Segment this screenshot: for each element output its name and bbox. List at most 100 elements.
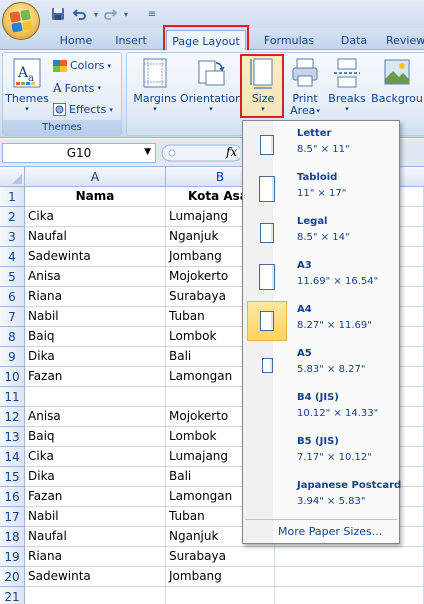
office-button[interactable] bbox=[2, 2, 40, 40]
paper-size-item[interactable]: Tabloid 11" × 17" bbox=[245, 167, 397, 211]
cell-a[interactable]: Nabil bbox=[25, 507, 166, 527]
colors-caret-icon: ▾ bbox=[107, 61, 111, 70]
size-icon bbox=[248, 57, 278, 89]
paper-size-dimensions: 3.94" × 5.83" bbox=[297, 496, 366, 507]
paper-size-item[interactable]: B4 (JIS) 10.12" × 14.33" bbox=[245, 387, 397, 431]
cell-a[interactable]: Sadewinta bbox=[25, 247, 166, 267]
cell-a[interactable]: Sadewinta bbox=[25, 567, 166, 587]
colors-button[interactable]: Colors ▾ bbox=[53, 59, 111, 72]
cell-a[interactable]: Cika bbox=[25, 207, 166, 227]
paper-size-dimensions: 11" × 17" bbox=[297, 188, 347, 199]
row-header[interactable]: 11 bbox=[0, 387, 25, 407]
paper-size-name: Legal bbox=[297, 216, 328, 227]
row-header[interactable]: 3 bbox=[0, 227, 25, 247]
paper-size-item[interactable]: A3 11.69" × 16.54" bbox=[245, 255, 397, 299]
paper-icon-box bbox=[247, 477, 287, 517]
cell-a[interactable] bbox=[25, 587, 166, 604]
cell-a[interactable]: Naufal bbox=[25, 227, 166, 247]
cell-a[interactable]: Baiq bbox=[25, 427, 166, 447]
row-header[interactable]: 13 bbox=[0, 427, 25, 447]
tab-data[interactable]: Data bbox=[330, 31, 378, 50]
row-header[interactable]: 8 bbox=[0, 327, 25, 347]
row-header[interactable]: 10 bbox=[0, 367, 25, 387]
row-header[interactable]: 15 bbox=[0, 467, 25, 487]
cell-a[interactable] bbox=[25, 387, 166, 407]
row-header[interactable]: 19 bbox=[0, 547, 25, 567]
row-header[interactable]: 1 bbox=[0, 187, 25, 207]
paper-size-item[interactable]: Legal 8.5" × 14" bbox=[245, 211, 397, 255]
paper-size-item[interactable]: Japanese Postcard 3.94" × 5.83" bbox=[245, 475, 401, 519]
paper-size-dimensions: 5.83" × 8.27" bbox=[297, 364, 366, 375]
breaks-button[interactable]: Breaks ▾ bbox=[327, 57, 367, 113]
cell-a[interactable]: Dika bbox=[25, 467, 166, 487]
print-area-caret-icon: ▾ bbox=[316, 107, 320, 115]
select-all-button[interactable] bbox=[0, 167, 25, 187]
row-header[interactable]: 4 bbox=[0, 247, 25, 267]
cell-c[interactable] bbox=[275, 547, 424, 567]
effects-button[interactable]: Effects ▾ bbox=[53, 103, 113, 116]
cell-b[interactable]: Jombang bbox=[166, 567, 275, 587]
column-header-a[interactable]: A bbox=[25, 167, 166, 187]
tab-formulas[interactable]: Formulas bbox=[256, 31, 322, 50]
fx-icon[interactable]: fx bbox=[226, 145, 237, 159]
customize-toolbar-icon[interactable]: ≡ bbox=[144, 6, 160, 22]
tab-review[interactable]: Review bbox=[386, 31, 424, 50]
cell-a[interactable]: Anisa bbox=[25, 407, 166, 427]
row-header[interactable]: 7 bbox=[0, 307, 25, 327]
cell-b[interactable]: Surabaya bbox=[166, 547, 275, 567]
size-button[interactable]: Size ▾ bbox=[245, 57, 281, 113]
orientation-label: Orientation bbox=[179, 92, 243, 105]
orientation-icon bbox=[196, 57, 226, 89]
margins-button[interactable]: Margins ▾ bbox=[131, 57, 179, 113]
paper-icon-box bbox=[247, 433, 287, 473]
cell-a[interactable]: Dika bbox=[25, 347, 166, 367]
more-paper-sizes-item[interactable]: More Paper Sizes... bbox=[245, 521, 397, 543]
row-header[interactable]: 17 bbox=[0, 507, 25, 527]
cell-c[interactable] bbox=[275, 567, 424, 587]
cell-b[interactable] bbox=[166, 587, 275, 604]
orientation-button[interactable]: Orientation ▾ bbox=[179, 57, 243, 113]
paper-icon-box bbox=[247, 213, 287, 253]
cell-a[interactable]: Riana bbox=[25, 287, 166, 307]
breaks-icon bbox=[332, 57, 362, 89]
row-header[interactable]: 20 bbox=[0, 567, 25, 587]
cell-a[interactable]: Riana bbox=[25, 547, 166, 567]
cell-a[interactable]: Naufal bbox=[25, 527, 166, 547]
paper-icon-box bbox=[247, 257, 287, 297]
row-header[interactable]: 2 bbox=[0, 207, 25, 227]
themes-button[interactable]: Aa Themes ▾ bbox=[5, 57, 49, 113]
row-header[interactable]: 6 bbox=[0, 287, 25, 307]
cell-a[interactable]: Baiq bbox=[25, 327, 166, 347]
paper-icon-box bbox=[247, 301, 287, 341]
fonts-button[interactable]: A Fonts ▾ bbox=[53, 81, 101, 95]
cell-a[interactable]: Cika bbox=[25, 447, 166, 467]
redo-dropdown-icon[interactable]: ▾ bbox=[118, 6, 134, 22]
paper-size-item[interactable]: A5 5.83" × 8.27" bbox=[245, 343, 397, 387]
paper-icon-box bbox=[247, 345, 287, 385]
cell-a[interactable]: Anisa bbox=[25, 267, 166, 287]
paper-size-item[interactable]: B5 (JIS) 7.17" × 10.12" bbox=[245, 431, 397, 475]
undo-icon[interactable] bbox=[72, 6, 88, 22]
paper-size-item[interactable]: Letter 8.5" × 11" bbox=[245, 123, 397, 167]
name-box[interactable]: G10 ▼ bbox=[2, 143, 156, 163]
tab-insert[interactable]: Insert bbox=[106, 31, 156, 50]
paper-size-item[interactable]: A4 8.27" × 11.69" bbox=[245, 299, 397, 343]
row-header[interactable]: 18 bbox=[0, 527, 25, 547]
tab-home[interactable]: Home bbox=[52, 31, 100, 50]
row-header[interactable]: 9 bbox=[0, 347, 25, 367]
cell-a[interactable]: Nama bbox=[25, 187, 166, 207]
row-header[interactable]: 5 bbox=[0, 267, 25, 287]
save-icon[interactable] bbox=[50, 6, 66, 22]
cell-a[interactable]: Nabil bbox=[25, 307, 166, 327]
cell-a[interactable]: Fazan bbox=[25, 367, 166, 387]
row-header[interactable]: 21 bbox=[0, 587, 25, 604]
row-header[interactable]: 12 bbox=[0, 407, 25, 427]
cell-a[interactable]: Fazan bbox=[25, 487, 166, 507]
row-header[interactable]: 16 bbox=[0, 487, 25, 507]
cell-c[interactable] bbox=[275, 587, 424, 604]
print-area-button[interactable]: Print Area ▾ bbox=[285, 57, 325, 117]
background-button[interactable]: Backgrou bbox=[369, 57, 424, 105]
redo-icon[interactable] bbox=[102, 6, 118, 22]
name-box-dropdown-icon[interactable]: ▼ bbox=[144, 147, 151, 157]
row-header[interactable]: 14 bbox=[0, 447, 25, 467]
